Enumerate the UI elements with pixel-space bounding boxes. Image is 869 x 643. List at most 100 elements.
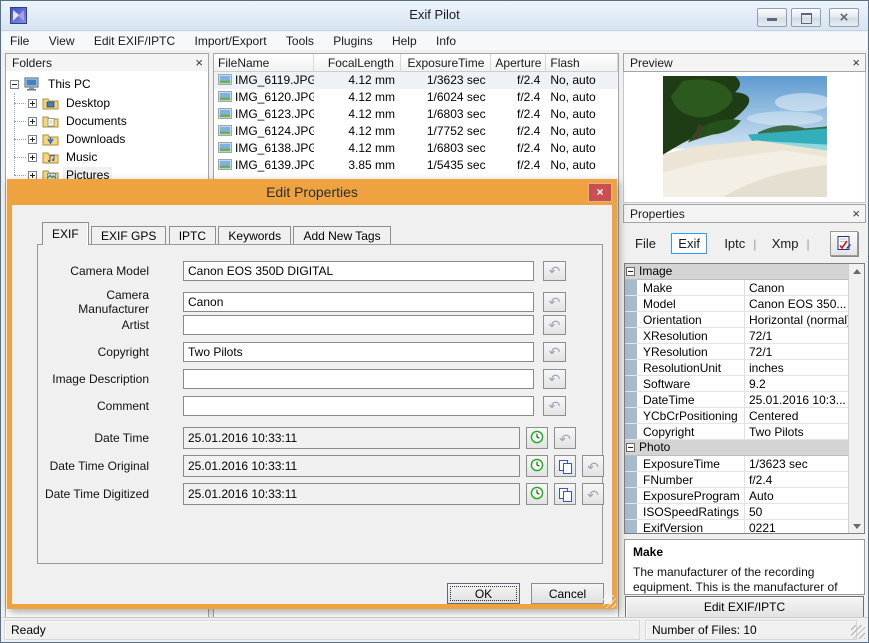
close-button[interactable] [829,8,859,27]
tree-item-desktop[interactable]: Desktop [13,94,113,112]
cancel-button[interactable]: Cancel [531,583,604,604]
properties-tabs: File Exif Iptc | Xmp | [623,223,866,262]
property-row[interactable]: FNumber f/2.4 [625,472,848,488]
table-row[interactable]: IMG_6139.JPG 3.85 mm 1/5435 sec f/2.4 No… [214,157,618,174]
table-row[interactable]: IMG_6119.JPG 4.12 mm 1/3623 sec f/2.4 No… [214,72,618,89]
undo-button[interactable]: ↶ [543,369,566,389]
property-row[interactable]: YResolution 72/1 [625,344,848,360]
copy-button[interactable] [554,483,576,505]
collapse-icon[interactable] [626,443,635,452]
table-row[interactable]: IMG_6120.JPG 4.12 mm 1/6024 sec f/2.4 No… [214,89,618,106]
maximize-button[interactable] [791,8,821,27]
tab-xmp[interactable]: Xmp [766,234,805,253]
datetime-picker-button[interactable] [526,427,548,449]
expand-icon[interactable] [28,134,37,144]
expand-icon[interactable] [28,116,37,126]
tree-item-downloads[interactable]: Downloads [13,130,128,148]
column-header-focallength[interactable]: FocalLength [314,54,401,72]
menu-item-tools[interactable]: Tools [278,32,322,50]
undo-button[interactable]: ↶ [543,315,566,335]
tab-iptc-edit[interactable]: IPTC [168,226,217,245]
property-row[interactable]: YCbCrPositioning Centered [625,408,848,424]
expand-icon[interactable] [28,152,37,162]
property-row[interactable]: ResolutionUnit inches [625,360,848,376]
artist-input[interactable] [183,315,534,335]
camera-manufacturer-input[interactable] [183,292,534,312]
date-time-original-input[interactable] [183,455,520,477]
image-description-input[interactable] [183,369,534,389]
date-time-input[interactable] [183,427,520,449]
column-header-filename[interactable]: FileName [214,54,315,72]
date-time-row: Date Time ↶ [37,427,576,449]
undo-icon: ↶ [548,263,561,279]
undo-button[interactable]: ↶ [543,396,566,416]
property-row[interactable]: ExposureTime 1/3623 sec [625,456,848,472]
column-header-aperture[interactable]: Aperture [491,54,547,72]
collapse-icon[interactable] [626,267,635,276]
ok-button[interactable]: OK [447,583,520,604]
copy-button[interactable] [554,455,576,477]
menu-item-plugins[interactable]: Plugins [325,32,380,50]
undo-button[interactable]: ↶ [543,292,566,312]
tab-keywords[interactable]: Keywords [218,226,292,245]
property-row[interactable]: Software 9.2 [625,376,848,392]
tree-item-this-pc[interactable]: This PC [10,75,94,93]
undo-button[interactable]: ↶ [582,483,604,505]
menu-item-edit-exif-iptc[interactable]: Edit EXIF/IPTC [86,32,183,50]
minimize-button[interactable] [757,8,787,27]
tab-exif[interactable]: Exif [671,233,707,254]
dialog-resize-grip[interactable] [603,595,616,608]
camera-model-input[interactable] [183,261,534,281]
edit-exif-iptc-button[interactable]: Edit EXIF/IPTC [625,596,864,618]
tab-exif-edit[interactable]: EXIF [42,222,89,245]
tree-item-documents[interactable]: Documents [14,112,130,130]
expand-icon[interactable] [28,98,37,108]
tab-file[interactable]: File [629,234,662,253]
property-row[interactable]: Orientation Horizontal (normal) [625,312,848,328]
tree-item-music[interactable]: Music [13,148,100,166]
undo-button[interactable]: ↶ [543,261,566,281]
property-row[interactable]: Model Canon EOS 350... [625,296,848,312]
collapse-icon[interactable] [10,79,19,89]
property-row[interactable]: Copyright Two Pilots [625,424,848,440]
group-row[interactable]: Photo [625,440,848,456]
folders-close-icon[interactable]: × [195,56,203,69]
scrollbar[interactable] [848,264,864,533]
property-value: inches [749,361,784,375]
property-row[interactable]: DateTime 25.01.2016 10:3... [625,392,848,408]
property-row[interactable]: XResolution 72/1 [625,328,848,344]
resize-grip[interactable] [851,625,865,639]
copyright-input[interactable] [183,342,534,362]
column-header-exposuretime[interactable]: ExposureTime [401,54,492,72]
dialog-close-button[interactable]: × [588,183,612,202]
undo-button[interactable]: ↶ [543,342,566,362]
menu-item-view[interactable]: View [41,32,83,50]
column-header-flash[interactable]: Flash [546,54,618,72]
menu-item-info[interactable]: Info [428,32,464,50]
menu-item-import-export[interactable]: Import/Export [187,32,275,50]
property-row[interactable]: ExifVersion 0221 [625,520,848,533]
properties-close-icon[interactable]: × [852,207,860,220]
datetime-picker-button[interactable] [526,483,548,505]
datetime-picker-button[interactable] [526,455,548,477]
edit-properties-icon-button[interactable] [830,231,858,256]
property-row[interactable]: ISOSpeedRatings 50 [625,504,848,520]
scrollbar-down-icon[interactable] [849,518,864,533]
property-row[interactable]: Make Canon [625,280,848,296]
tab-add-new-tags[interactable]: Add New Tags [293,226,391,245]
tab-exif-gps[interactable]: EXIF GPS [91,226,167,245]
menu-item-help[interactable]: Help [384,32,425,50]
tab-iptc[interactable]: Iptc [718,234,751,253]
scrollbar-up-icon[interactable] [849,264,864,279]
comment-input[interactable] [183,396,534,416]
table-row[interactable]: IMG_6123.JPG 4.12 mm 1/6803 sec f/2.4 No… [214,106,618,123]
table-row[interactable]: IMG_6124.JPG 4.12 mm 1/7752 sec f/2.4 No… [214,123,618,140]
property-row[interactable]: ExposureProgram Auto [625,488,848,504]
date-time-digitized-input[interactable] [183,483,520,505]
undo-button[interactable]: ↶ [582,455,604,477]
menu-item-file[interactable]: File [2,32,37,50]
undo-button[interactable]: ↶ [554,427,576,449]
group-row[interactable]: Image [625,264,848,280]
table-row[interactable]: IMG_6138.JPG 4.12 mm 1/6803 sec f/2.4 No… [214,140,618,157]
preview-close-icon[interactable]: × [852,56,860,69]
